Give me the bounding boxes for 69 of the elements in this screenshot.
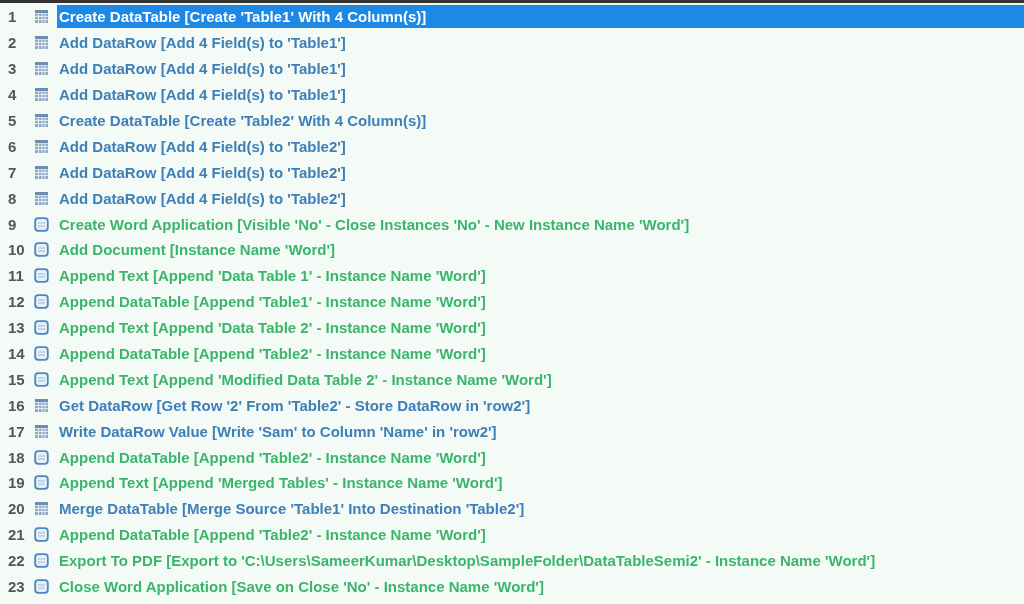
line-number: 21 [7, 526, 26, 544]
action-step[interactable]: Close Word Application [Save on Close 'No' - Instance Name 'Word'] [57, 575, 548, 599]
action-step[interactable]: Add DataRow [Add 4 Field(s) to 'Table2'] [57, 160, 350, 184]
document-icon [34, 242, 49, 258]
table-grid-icon [34, 423, 49, 439]
line-number: 4 [7, 86, 18, 104]
action-step[interactable]: Add DataRow [Add 4 Field(s) to 'Table2'] [57, 134, 350, 158]
line-number: 20 [7, 500, 26, 518]
document-icon [34, 475, 49, 491]
action-step[interactable]: Merge DataTable [Merge Source 'Table1' Into Destination 'Table2'] [57, 497, 529, 521]
action-step[interactable]: Add DataRow [Add 4 Field(s) to 'Table1'] [57, 57, 350, 81]
line-number: 12 [7, 293, 26, 311]
line-number: 2 [7, 34, 18, 52]
table-grid-icon [34, 164, 49, 180]
line-number: 13 [7, 319, 26, 337]
action-step[interactable]: Append DataTable [Append 'Table2' - Instance Name 'Word'] [57, 523, 490, 547]
action-step[interactable]: Export To PDF [Export to 'C:\Users\SameerKumar\Desktop\SampleFolder\DataTableSemi2' - Instance Name 'Word'] [57, 549, 880, 573]
action-step[interactable]: Append DataTable [Append 'Table2' - Instance Name 'Word'] [57, 342, 490, 365]
line-number: 8 [7, 189, 18, 207]
action-step[interactable]: Create DataTable [Create 'Table1' With 4 Column(s)] [57, 5, 1024, 29]
line-number: 22 [7, 552, 26, 570]
document-icon [34, 320, 49, 336]
document-icon [34, 553, 49, 569]
document-icon [34, 346, 49, 361]
table-grid-icon [34, 397, 49, 413]
line-number: 14 [7, 345, 26, 362]
document-icon [34, 527, 49, 543]
line-number: 6 [7, 137, 18, 155]
table-grid-icon [34, 113, 49, 128]
action-step[interactable]: Add DataRow [Add 4 Field(s) to 'Table2'] [57, 186, 350, 210]
line-number: 7 [7, 163, 18, 181]
line-number: 10 [7, 241, 26, 259]
table-grid-icon [34, 9, 49, 25]
table-grid-icon [34, 138, 49, 154]
document-icon [34, 579, 49, 595]
line-number: 19 [7, 474, 26, 492]
table-grid-icon [34, 501, 49, 517]
action-step[interactable]: Append Text [Append 'Data Table 1' - Instance Name 'Word'] [57, 264, 490, 288]
action-step[interactable]: Get DataRow [Get Row '2' From 'Table2' - Store DataRow in 'row2'] [57, 393, 535, 417]
table-grid-icon [34, 61, 49, 77]
line-number: 16 [7, 396, 26, 414]
line-number: 5 [7, 112, 18, 129]
document-icon [34, 294, 49, 310]
action-step[interactable]: Append DataTable [Append 'Table2' - Instance Name 'Word'] [57, 445, 490, 469]
line-number: 11 [7, 267, 25, 285]
action-step[interactable]: Append DataTable [Append 'Table1' - Instance Name 'Word'] [57, 290, 490, 314]
line-number: 17 [7, 422, 26, 440]
line-number: 15 [7, 370, 26, 388]
table-grid-icon [34, 190, 49, 206]
action-step[interactable]: Append Text [Append 'Merged Tables' - Instance Name 'Word'] [57, 471, 507, 495]
action-step[interactable]: Append Text [Append 'Modified Data Table 2' - Instance Name 'Word'] [57, 367, 556, 391]
document-icon [34, 216, 49, 232]
table-grid-icon [34, 87, 49, 103]
line-number: 18 [7, 448, 26, 466]
action-step[interactable]: Write DataRow Value [Write 'Sam' to Column 'Name' in 'row2'] [57, 419, 501, 443]
action-step[interactable]: Create Word Application [Visible 'No' - Close Instances 'No' - New Instance Name 'Word'] [57, 212, 694, 236]
line-number: 23 [7, 578, 26, 596]
line-number: 3 [7, 60, 18, 78]
line-number: 9 [7, 215, 18, 233]
action-step[interactable]: Add DataRow [Add 4 Field(s) to 'Table1'] [57, 83, 350, 107]
action-step[interactable]: Add DataRow [Add 4 Field(s) to 'Table1'] [57, 31, 350, 55]
document-icon [34, 449, 49, 465]
table-grid-icon [34, 35, 49, 51]
action-step[interactable]: Add Document [Instance Name 'Word'] [57, 238, 340, 262]
line-number: 1 [7, 8, 18, 26]
action-step[interactable]: Append Text [Append 'Data Table 2' - Instance Name 'Word'] [57, 316, 490, 340]
document-icon [34, 371, 49, 387]
action-step[interactable]: Create DataTable [Create 'Table2' With 4 Column(s)] [57, 109, 431, 132]
document-icon [34, 268, 49, 284]
